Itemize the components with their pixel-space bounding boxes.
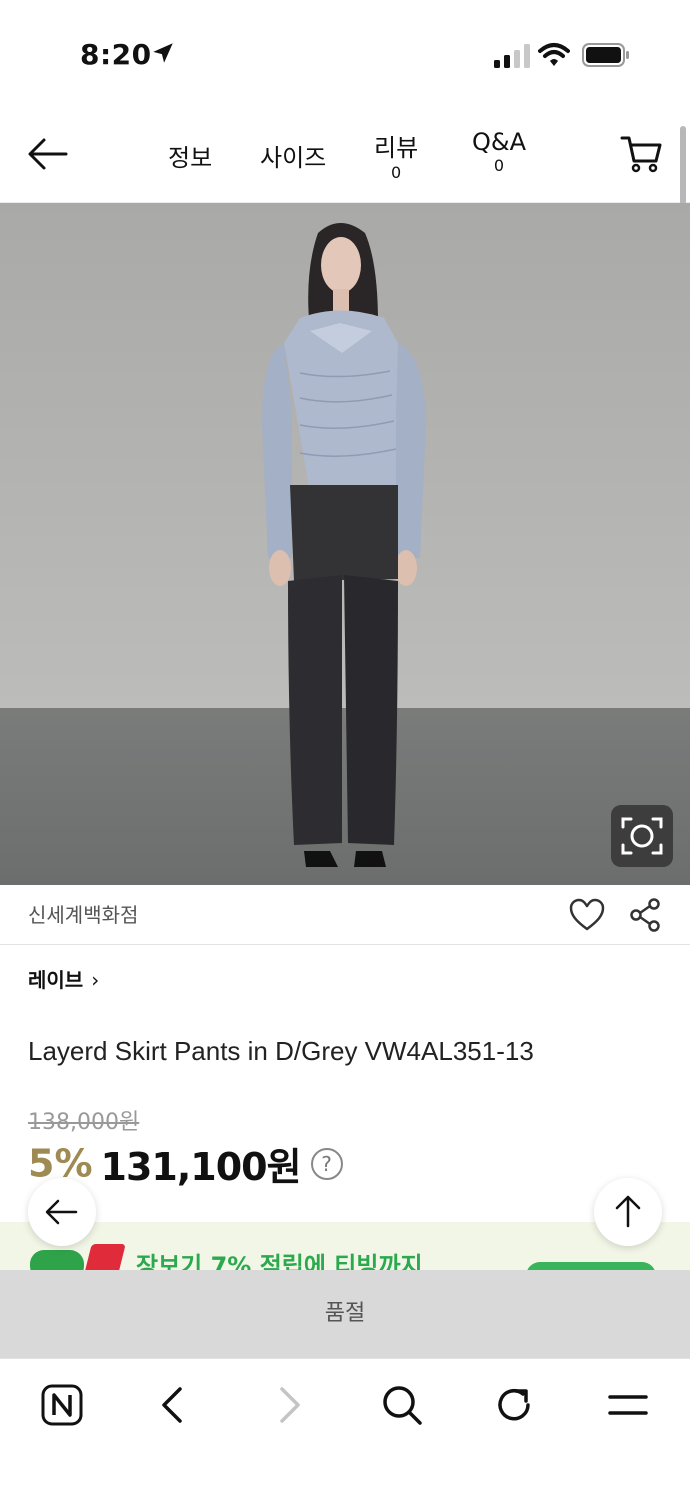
price-help-icon[interactable]: ? <box>310 1147 343 1180</box>
search-icon[interactable] <box>378 1381 426 1429</box>
status-bar: 8:20 <box>0 0 690 110</box>
product-title: Layerd Skirt Pants in D/Grey VW4AL351-13 <box>28 1036 534 1066</box>
tab-qa-label: Q&A <box>472 128 527 156</box>
promo-text: 장보기 7% 적립에 티빙까지 <box>136 1252 423 1270</box>
seller-name[interactable]: 신세계백화점 <box>28 899 138 928</box>
original-price: 138,000원 <box>28 1110 140 1135</box>
qa-count: 0 <box>493 156 505 175</box>
promo-banner[interactable]: 장보기 7% 적립에 티빙까지 <box>0 1222 690 1270</box>
promo-button[interactable] <box>526 1262 656 1270</box>
chevron-right-icon: › <box>91 968 100 992</box>
browser-toolbar <box>0 1358 690 1500</box>
location-arrow-icon <box>153 43 173 63</box>
tab-info-label: 정보 <box>168 144 213 172</box>
cellular-signal-icon <box>494 44 530 68</box>
browser-forward-icon[interactable] <box>264 1381 312 1429</box>
arrow-left-icon <box>45 1199 78 1225</box>
menu-icon[interactable] <box>604 1381 652 1429</box>
cart-icon[interactable] <box>620 134 662 174</box>
seller-row: 신세계백화점 <box>0 885 690 945</box>
battery-icon <box>582 43 629 67</box>
browser-back-icon[interactable] <box>150 1381 198 1429</box>
share-icon[interactable] <box>628 897 662 933</box>
heart-icon[interactable] <box>568 897 606 933</box>
promo-mascot-icon <box>30 1250 84 1270</box>
model-photo <box>0 203 690 885</box>
sale-price: 131,100원 <box>100 1145 302 1189</box>
wifi-icon <box>538 43 570 66</box>
tab-size-label: 사이즈 <box>260 144 327 172</box>
brand-link[interactable]: 레이브 › <box>28 964 99 993</box>
tab-info[interactable]: 정보 <box>168 138 212 173</box>
tab-qa[interactable]: Q&A 0 <box>472 128 526 175</box>
image-search-button[interactable] <box>611 805 673 867</box>
camera-lens-icon <box>621 817 663 855</box>
promo-logo-icon <box>84 1244 126 1270</box>
tab-review-label: 리뷰 <box>374 134 419 162</box>
back-arrow-icon[interactable] <box>26 136 70 172</box>
tab-size[interactable]: 사이즈 <box>260 138 326 173</box>
refresh-icon[interactable] <box>490 1381 538 1429</box>
product-image[interactable] <box>0 203 690 885</box>
brand-name: 레이브 <box>28 968 84 992</box>
tab-review[interactable]: 리뷰 0 <box>374 128 418 182</box>
arrow-up-icon <box>615 1195 641 1228</box>
review-count: 0 <box>390 163 402 182</box>
product-header: 정보 사이즈 리뷰 0 Q&A 0 <box>0 110 690 203</box>
status-time: 8:20 <box>80 38 152 71</box>
soldout-button[interactable]: 품절 <box>0 1270 690 1358</box>
floating-back-button[interactable] <box>28 1178 96 1246</box>
scroll-top-button[interactable] <box>594 1178 662 1246</box>
naver-home-icon[interactable] <box>38 1381 86 1429</box>
